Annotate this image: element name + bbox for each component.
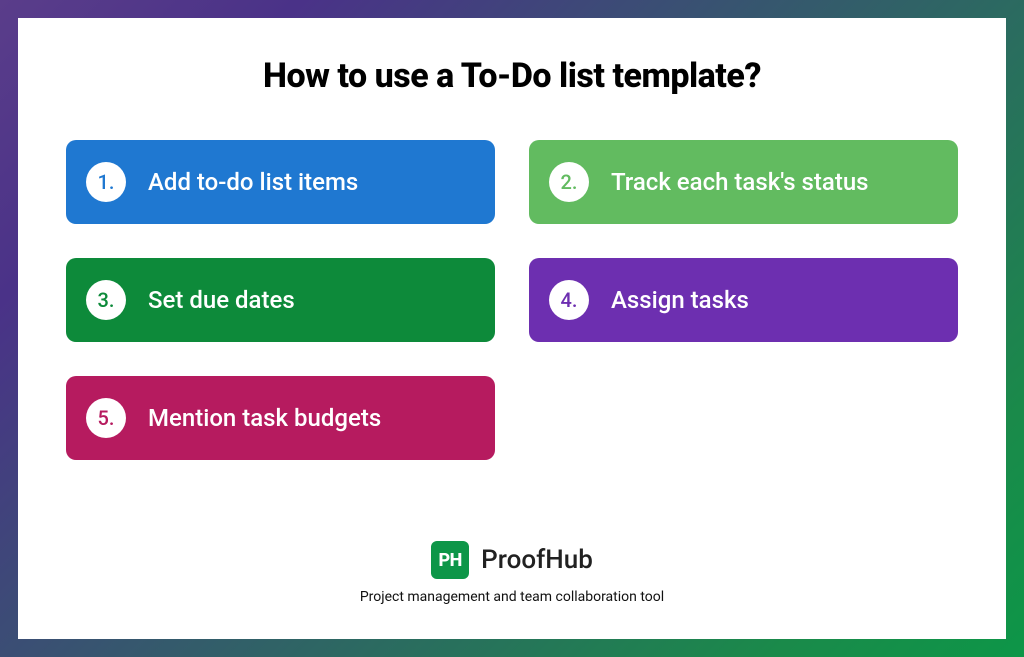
step-badge-1: 1.: [86, 162, 126, 202]
step-label: Set due dates: [148, 286, 295, 314]
step-card-3: 3. Set due dates: [66, 258, 495, 342]
brand-logo-text: PH: [438, 550, 461, 571]
step-number: 3.: [98, 288, 115, 312]
gradient-frame: How to use a To-Do list template? 1. Add…: [0, 0, 1024, 657]
step-number: 1.: [98, 170, 115, 194]
step-number: 5.: [98, 406, 115, 430]
brand-tagline: Project management and team collaboratio…: [360, 589, 664, 605]
content-card: How to use a To-Do list template? 1. Add…: [18, 18, 1006, 639]
brand-row: PH ProofHub: [431, 541, 593, 579]
step-label: Add to-do list items: [148, 168, 358, 196]
step-number: 4.: [561, 288, 578, 312]
brand-logo-icon: PH: [431, 541, 469, 579]
page-title: How to use a To-Do list template?: [66, 56, 958, 96]
step-card-1: 1. Add to-do list items: [66, 140, 495, 224]
step-card-5: 5. Mention task budgets: [66, 376, 495, 460]
step-badge-2: 2.: [549, 162, 589, 202]
step-badge-3: 3.: [86, 280, 126, 320]
step-card-4: 4. Assign tasks: [529, 258, 958, 342]
step-label: Track each task's status: [611, 168, 869, 196]
step-number: 2.: [561, 170, 578, 194]
step-card-2: 2. Track each task's status: [529, 140, 958, 224]
step-badge-5: 5.: [86, 398, 126, 438]
brand-name: ProofHub: [481, 545, 593, 575]
step-label: Mention task budgets: [148, 404, 381, 432]
step-label: Assign tasks: [611, 286, 749, 314]
steps-grid: 1. Add to-do list items 2. Track each ta…: [66, 140, 958, 460]
footer: PH ProofHub Project management and team …: [66, 541, 958, 611]
step-badge-4: 4.: [549, 280, 589, 320]
